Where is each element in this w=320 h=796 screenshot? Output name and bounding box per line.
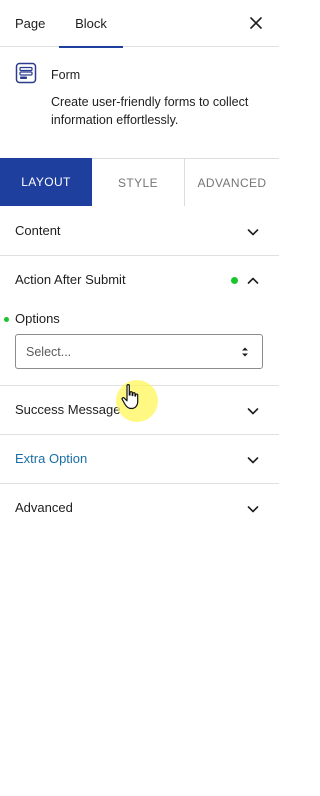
chevron-down-icon [247, 457, 259, 464]
panel-advanced-title: Advanced [15, 500, 73, 515]
status-dot [231, 277, 238, 284]
panel-action-after-submit: Action After Submit Options Select... [0, 256, 279, 386]
block-name: Form [51, 68, 81, 82]
panel-action-after-submit-title[interactable]: Action After Submit [15, 272, 126, 287]
options-select[interactable]: Select... [15, 334, 263, 369]
chevron-down-icon [247, 229, 259, 236]
hand-pointer-cursor-icon [121, 384, 139, 410]
chevron-down-icon [247, 506, 259, 513]
panel-advanced[interactable]: Advanced [0, 484, 279, 533]
block-card: Form Create user-friendly forms to colle… [0, 48, 279, 158]
options-status-dot [4, 317, 9, 322]
chevron-up-icon[interactable] [247, 275, 259, 287]
tab-advanced[interactable]: ADVANCED [185, 158, 279, 206]
chevron-down-icon [247, 408, 259, 415]
panel-extra-option-title: Extra Option [15, 451, 88, 466]
options-select-value: Select... [26, 345, 72, 359]
block-description: Create user-friendly forms to collect in… [51, 95, 249, 127]
panel-success-message-title: Success Message [15, 402, 121, 417]
tab-page[interactable]: Page [15, 0, 45, 47]
select-arrows-icon [242, 347, 248, 357]
panel-extra-option[interactable]: Extra Option [0, 435, 279, 484]
panel-content-title: Content [15, 223, 61, 238]
inspector-tabs: LAYOUT STYLE ADVANCED [0, 158, 279, 206]
tab-block[interactable]: Block [59, 0, 123, 48]
options-label: Options [15, 311, 60, 326]
sidebar-header-tabs: Page Block [0, 0, 279, 48]
form-block-icon [15, 62, 37, 84]
close-icon[interactable] [247, 14, 265, 32]
tab-layout[interactable]: LAYOUT [0, 158, 92, 206]
tab-style[interactable]: STYLE [92, 158, 185, 206]
panel-content[interactable]: Content [0, 207, 279, 256]
